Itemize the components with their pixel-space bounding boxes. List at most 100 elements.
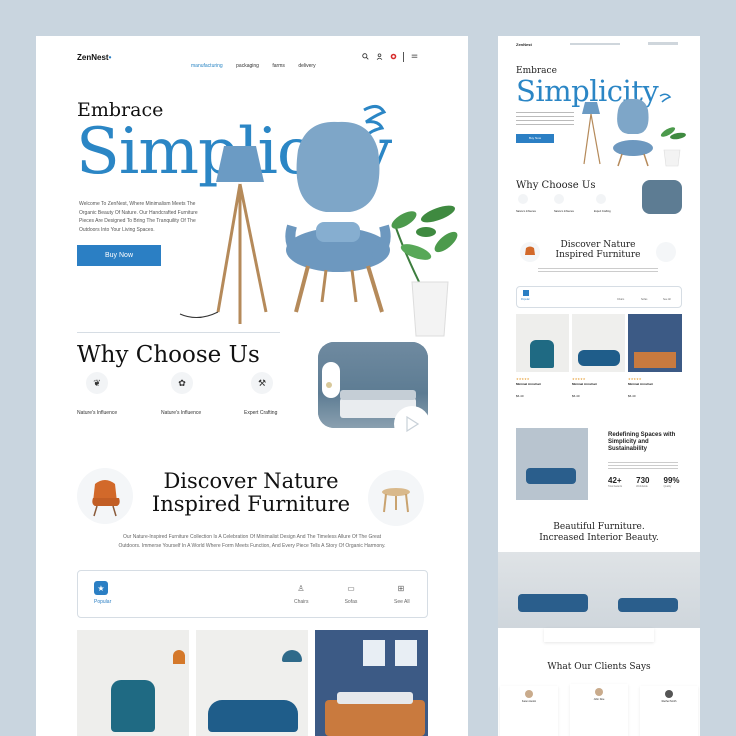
- product-card-bed[interactable]: [315, 630, 428, 736]
- tab-chairs[interactable]: ♙ Chairs: [294, 581, 308, 606]
- stat: 42+ Total Awards: [608, 476, 623, 488]
- main-nav: manufacturing packaging farms delivery: [191, 54, 325, 72]
- stool-thumb: [656, 242, 676, 262]
- tools-icon: [596, 194, 606, 204]
- search-icon[interactable]: [361, 53, 369, 61]
- sprout-icon: [554, 194, 564, 204]
- star-icon[interactable]: [523, 290, 529, 296]
- stats-row: 42+ Total Awards 730 Worldwide 99% Quality: [608, 476, 680, 488]
- avatar: [525, 690, 533, 698]
- stat: 99% Quality: [663, 476, 680, 488]
- lamp-shade: [216, 146, 264, 182]
- tools-icon: ⚒: [251, 372, 273, 394]
- avatar: [665, 690, 673, 698]
- buy-now-button[interactable]: Buy Now: [77, 245, 161, 266]
- feature-item: ❦: [86, 372, 108, 394]
- product-card-sofa[interactable]: [196, 630, 308, 736]
- rating-stars: ★★★★★: [628, 377, 642, 381]
- play-button[interactable]: [394, 406, 430, 442]
- product-price: $6.40: [516, 394, 524, 398]
- category-tabs: ★ Popular ♙ Chairs ▭ Sofas ⊞ See All: [77, 570, 428, 618]
- discover-title: Discover Nature Inspired Furniture: [555, 240, 641, 260]
- orange-chair-icon: [92, 480, 120, 517]
- orange-chair-icon: [525, 246, 535, 255]
- product-price: $6.40: [628, 394, 636, 398]
- chair-thumb: [520, 242, 540, 262]
- testimonial-card: Rachel Smith: [640, 686, 698, 736]
- armchair: [285, 121, 391, 313]
- feature-label: Nature's Influence: [516, 210, 537, 213]
- interior-banner-image: [498, 552, 700, 628]
- brand-logo[interactable]: ZenNest•: [77, 53, 111, 62]
- header-actions: [361, 52, 418, 62]
- tab-popular[interactable]: ★ Popular: [94, 581, 111, 605]
- redefine-title: Redefining Spaces with Simplicity and Su…: [608, 432, 676, 452]
- menu-icon[interactable]: [410, 53, 418, 61]
- banner-caption-card: [544, 628, 654, 642]
- mini-header-actions: [648, 42, 678, 45]
- sofa-icon: ▭: [347, 583, 355, 593]
- product-name: Minimal Armchair: [516, 382, 542, 386]
- mini-nav: [570, 43, 620, 45]
- tab-popular[interactable]: Popular: [521, 298, 530, 301]
- mobile-page-preview: ZenNest Embrace Simplicity Buy Now Why C…: [498, 36, 700, 736]
- user-icon[interactable]: [375, 53, 383, 61]
- feature-item: ✿: [171, 372, 193, 394]
- living-room-image: [516, 428, 588, 500]
- lamp-leg: [216, 183, 242, 313]
- stool-icon: [382, 488, 410, 513]
- sprout-icon: ✿: [171, 372, 193, 394]
- avatar: [595, 688, 603, 696]
- chair-icon: ♙: [297, 583, 305, 593]
- grid-icon: ⊞: [397, 583, 405, 593]
- product-card-armchair[interactable]: [77, 630, 189, 736]
- stat: 730 Worldwide: [636, 476, 650, 488]
- product-price: $6.40: [572, 394, 580, 398]
- feature-label: Expert Crafting: [594, 210, 611, 213]
- product-card-armchair[interactable]: [516, 314, 569, 372]
- category-tabs: Popular Chairs Sofas See All: [516, 286, 682, 308]
- hero-description: [516, 112, 574, 128]
- tab-see-all[interactable]: ⊞ See All: [394, 581, 410, 606]
- redefine-description: [608, 462, 678, 470]
- feature-label: Expert Crafting: [244, 410, 278, 416]
- rating-stars: ★★★★★: [516, 377, 530, 381]
- play-icon: [406, 416, 419, 432]
- stool-thumb: [368, 470, 424, 526]
- hero-furniture-illustration: [179, 105, 458, 337]
- tab-sofas[interactable]: Sofas: [641, 298, 647, 301]
- product-name: Minimal Armchair: [572, 382, 598, 386]
- chair-thumb: [77, 468, 133, 524]
- potted-plant: [391, 205, 458, 337]
- brand-logo[interactable]: ZenNest: [516, 42, 532, 47]
- desktop-page-preview: ZenNest• manufacturing packaging farms d…: [36, 36, 468, 736]
- star-icon: ★: [94, 581, 108, 595]
- discover-description: [538, 268, 658, 274]
- nav-packaging[interactable]: packaging: [236, 63, 259, 69]
- clients-title: What Our Clients Says: [547, 662, 651, 672]
- nav-farms[interactable]: farms: [272, 63, 285, 69]
- beauty-title: Beautiful Furniture. Increased Interior …: [539, 522, 659, 543]
- flag-icon[interactable]: [389, 53, 397, 61]
- product-card-bed[interactable]: [628, 314, 682, 372]
- why-choose-us-title: Why Choose Us: [516, 180, 596, 191]
- feature-label: Nature's Influence: [554, 210, 575, 213]
- leaf-icon: ❦: [86, 372, 108, 394]
- product-name: Minimal Armchair: [628, 382, 654, 386]
- buy-now-button[interactable]: Buy Now: [516, 134, 554, 143]
- section-divider: [77, 332, 280, 333]
- bedroom-image: [642, 180, 682, 214]
- tab-chairs[interactable]: Chairs: [617, 298, 624, 301]
- nav-manufacturing[interactable]: manufacturing: [191, 63, 223, 69]
- leaf-icon: [518, 194, 528, 204]
- discover-description: Our Nature-Inspired Furniture Collection…: [118, 534, 386, 549]
- tab-sofas[interactable]: ▭ Sofas: [344, 581, 358, 606]
- testimonial-card: Karen Austin: [500, 686, 558, 736]
- why-choose-us-title: Why Choose Us: [77, 342, 260, 368]
- tab-see-all[interactable]: See All: [663, 298, 671, 301]
- nav-delivery[interactable]: delivery: [298, 63, 315, 69]
- discover-title: Discover Nature Inspired Furniture: [151, 469, 351, 516]
- product-card-sofa[interactable]: [572, 314, 625, 372]
- feature-label: Nature's Influence: [77, 410, 118, 416]
- rating-stars: ★★★★★: [572, 377, 586, 381]
